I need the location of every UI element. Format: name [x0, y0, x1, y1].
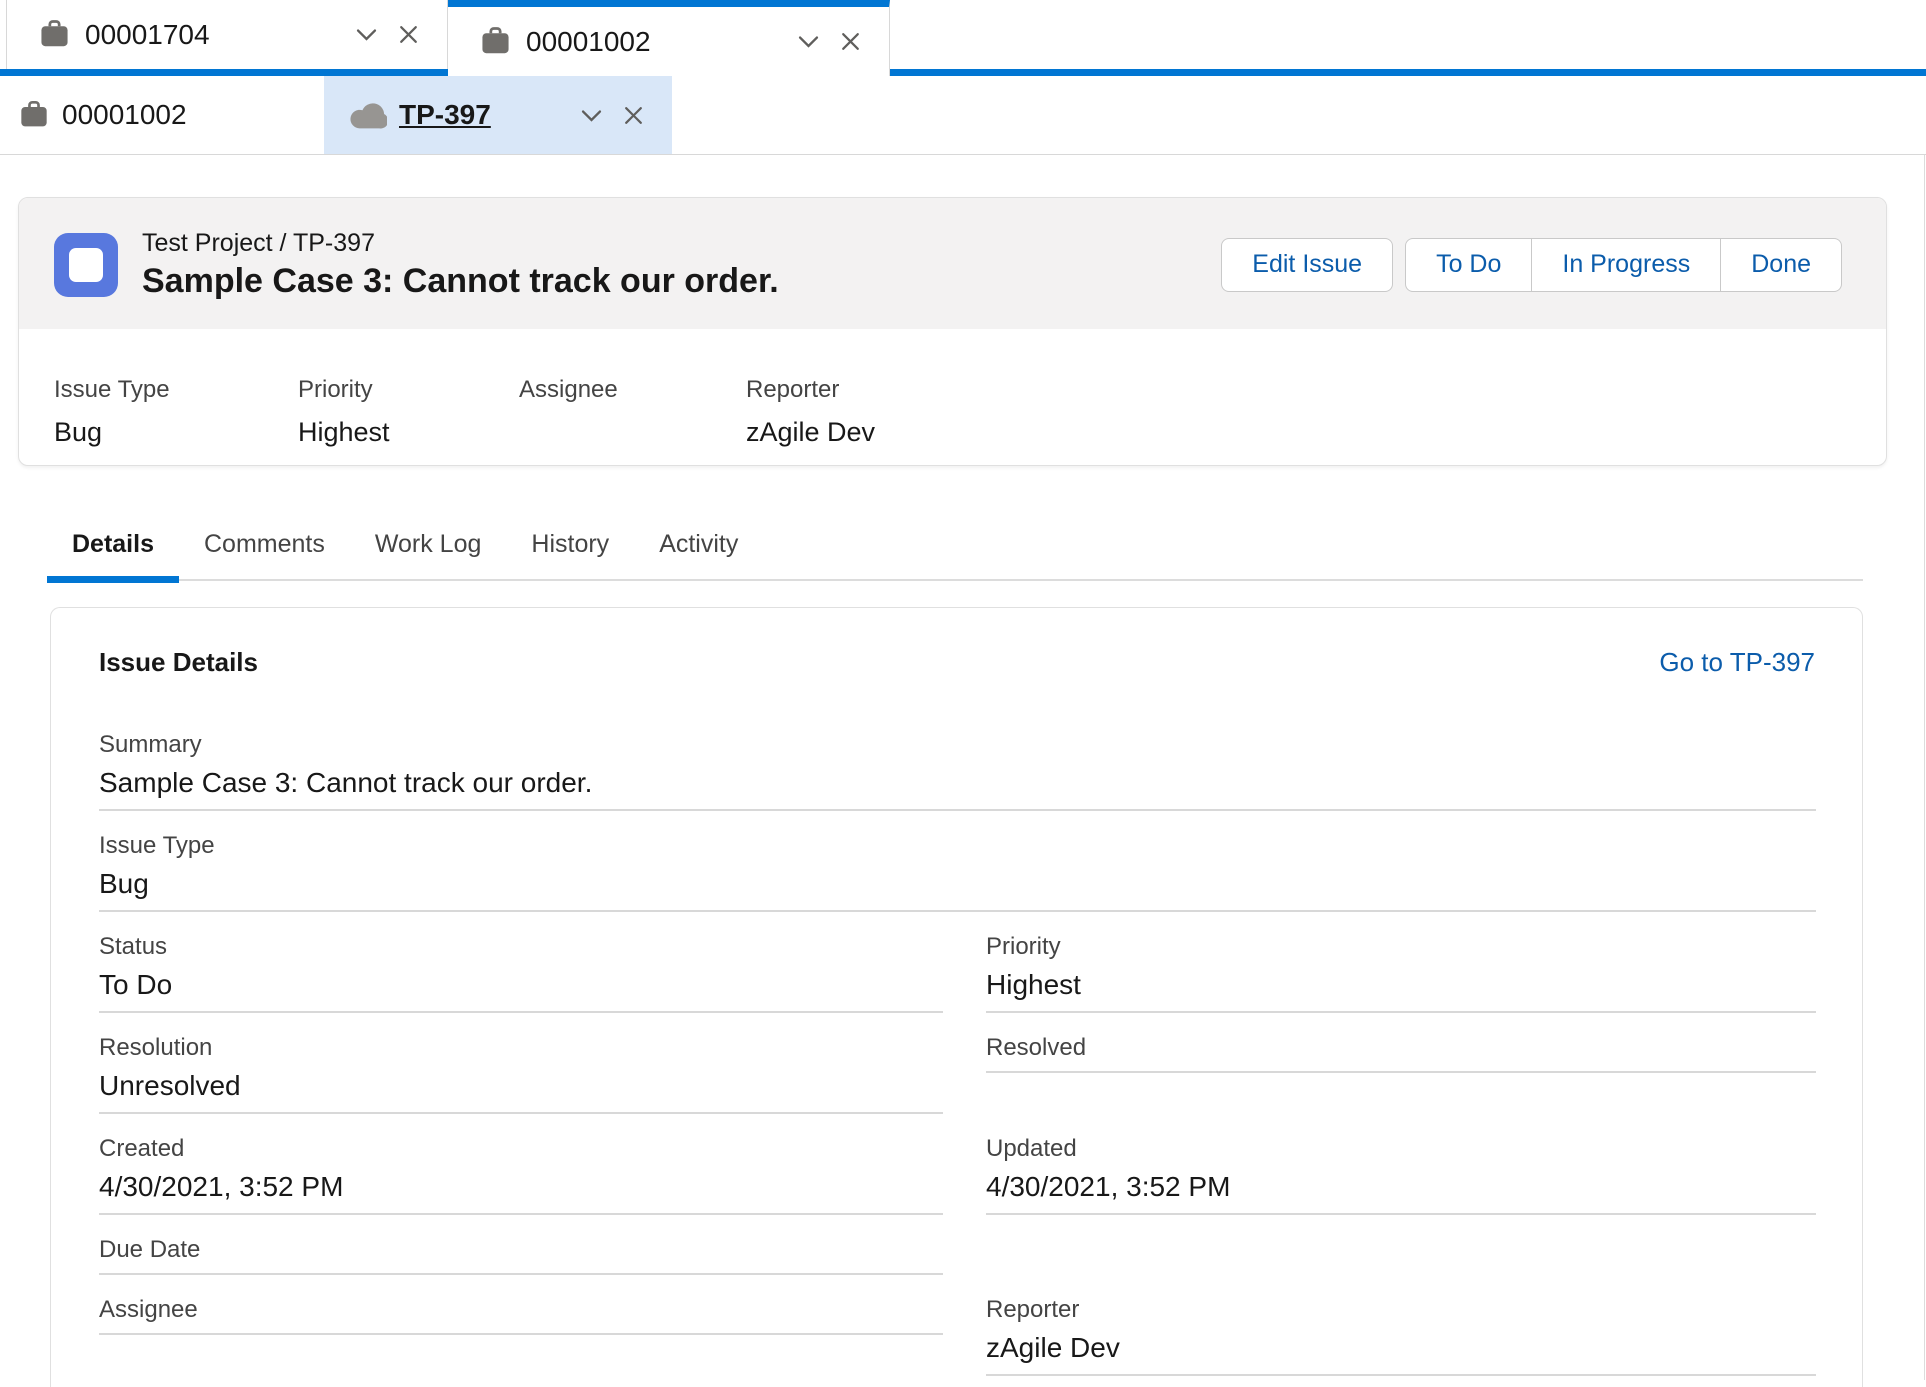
subtab-00001002[interactable]: 00001002	[0, 76, 324, 154]
section-title: Issue Details	[99, 646, 258, 678]
breadcrumb: Test Project / TP-397	[142, 228, 779, 258]
field-created: Created 4/30/2021, 3:52 PM	[99, 1134, 943, 1215]
close-icon[interactable]	[396, 22, 421, 47]
highlight-field-reporter: Reporter zAgile Dev	[746, 375, 875, 449]
briefcase-icon	[479, 25, 512, 58]
highlight-field-priority: Priority Highest	[298, 375, 519, 449]
workspace-tab-bar: 00001704 00001002	[0, 0, 1926, 76]
tab-work-log[interactable]: Work Log	[350, 530, 507, 579]
field-due-date: Due Date	[99, 1235, 943, 1275]
field-row: Status To Do Priority Highest	[99, 932, 1815, 1013]
done-button[interactable]: Done	[1721, 238, 1842, 292]
field-reporter: Reporter zAgile Dev	[986, 1295, 1816, 1376]
project-grid-icon	[54, 233, 118, 297]
field-value: zAgile Dev	[746, 416, 875, 449]
tab-history[interactable]: History	[506, 530, 634, 579]
field-issue-type: Issue Type Bug	[99, 831, 1816, 912]
workspace-tab-label: 00001002	[526, 26, 651, 58]
field-value: Highest	[298, 416, 519, 449]
field-label: Created	[99, 1134, 943, 1164]
field-assignee: Assignee	[99, 1295, 943, 1335]
viewport-edge-line	[1924, 155, 1925, 1380]
subtab-label: TP-397	[399, 99, 491, 131]
field-resolution: Resolution Unresolved	[99, 1033, 943, 1114]
chevron-down-icon[interactable]	[795, 28, 822, 55]
workspace-tab-label: 00001704	[85, 19, 210, 51]
to-do-button[interactable]: To Do	[1405, 238, 1532, 292]
field-label: Issue Type	[99, 831, 1816, 861]
field-resolved: Resolved	[986, 1033, 1816, 1073]
field-label: Priority	[298, 375, 519, 405]
field-summary: Summary Sample Case 3: Cannot track our …	[99, 730, 1816, 811]
issue-details-header: Issue Details Go to TP-397	[99, 646, 1815, 678]
workspace-tabs: 00001704 00001002	[0, 0, 1926, 76]
field-value: Unresolved	[99, 1068, 943, 1104]
record-header-text: Test Project / TP-397 Sample Case 3: Can…	[142, 228, 779, 301]
page-title: Sample Case 3: Cannot track our order.	[142, 261, 779, 301]
field-label: Priority	[986, 932, 1816, 962]
field-row: Assignee Reporter zAgile Dev	[99, 1295, 1815, 1376]
field-label: Assignee	[519, 375, 746, 405]
field-priority: Priority Highest	[986, 932, 1816, 1013]
field-updated: Updated 4/30/2021, 3:52 PM	[986, 1134, 1816, 1215]
chevron-down-icon[interactable]	[578, 102, 605, 129]
header-actions: Edit Issue To Do In Progress Done	[1221, 238, 1842, 292]
field-label: Summary	[99, 730, 1816, 760]
in-progress-button[interactable]: In Progress	[1532, 238, 1721, 292]
tab-comments[interactable]: Comments	[179, 530, 350, 579]
field-status: Status To Do	[99, 932, 943, 1013]
issue-details-card: Issue Details Go to TP-397 Summary Sampl…	[50, 607, 1863, 1387]
field-row: Summary Sample Case 3: Cannot track our …	[99, 730, 1815, 811]
status-button-group: To Do In Progress Done	[1405, 238, 1842, 292]
field-label: Issue Type	[54, 375, 298, 405]
subtab-tp-397[interactable]: TP-397	[324, 76, 672, 154]
close-icon[interactable]	[621, 103, 646, 128]
tab-details[interactable]: Details	[47, 530, 179, 583]
record-header-card: Test Project / TP-397 Sample Case 3: Can…	[18, 197, 1887, 466]
field-label: Assignee	[99, 1295, 943, 1325]
field-value: Bug	[99, 866, 1816, 902]
go-to-issue-link[interactable]: Go to TP-397	[1659, 646, 1815, 678]
briefcase-icon	[38, 18, 71, 51]
field-value: 4/30/2021, 3:52 PM	[99, 1169, 943, 1205]
field-value: To Do	[99, 967, 943, 1003]
field-label: Resolved	[986, 1033, 1816, 1063]
field-value: Highest	[986, 967, 1816, 1003]
field-row: Issue Type Bug	[99, 831, 1815, 912]
field-value	[519, 416, 746, 449]
field-value: Bug	[54, 416, 298, 449]
highlights-fields: Issue Type Bug Priority Highest Assignee…	[19, 329, 1886, 465]
edit-issue-button[interactable]: Edit Issue	[1221, 238, 1393, 292]
field-label: Reporter	[746, 375, 875, 405]
field-label: Reporter	[986, 1295, 1816, 1325]
briefcase-icon	[18, 99, 50, 131]
field-value: zAgile Dev	[986, 1330, 1816, 1366]
tab-activity[interactable]: Activity	[634, 530, 763, 579]
record-header-top: Test Project / TP-397 Sample Case 3: Can…	[19, 198, 1886, 329]
highlight-field-assignee: Assignee	[519, 375, 746, 449]
workspace-tab-00001002[interactable]: 00001002	[448, 0, 890, 76]
subtab-bar: 00001002 TP-397	[0, 76, 1926, 155]
field-label: Status	[99, 932, 943, 962]
field-row: Created 4/30/2021, 3:52 PM Updated 4/30/…	[99, 1134, 1815, 1215]
subtab-label: 00001002	[62, 99, 187, 131]
field-row: Resolution Unresolved Resolved	[99, 1033, 1815, 1114]
close-icon[interactable]	[838, 29, 863, 54]
field-row: Due Date	[99, 1235, 1815, 1275]
detail-tab-strip: Details Comments Work Log History Activi…	[47, 530, 1863, 581]
cloud-icon	[350, 102, 387, 129]
field-value: 4/30/2021, 3:52 PM	[986, 1169, 1816, 1205]
console-page: { "colors": { "accent_blue": "#0176d3", …	[0, 0, 1926, 1380]
issue-fields: Summary Sample Case 3: Cannot track our …	[99, 730, 1815, 1376]
field-label: Due Date	[99, 1235, 943, 1265]
chevron-down-icon[interactable]	[353, 21, 380, 48]
field-value: Sample Case 3: Cannot track our order.	[99, 765, 1816, 801]
workspace-tab-00001704[interactable]: 00001704	[6, 0, 448, 69]
field-label: Updated	[986, 1134, 1816, 1164]
highlight-field-issue-type: Issue Type Bug	[54, 375, 298, 449]
field-label: Resolution	[99, 1033, 943, 1063]
